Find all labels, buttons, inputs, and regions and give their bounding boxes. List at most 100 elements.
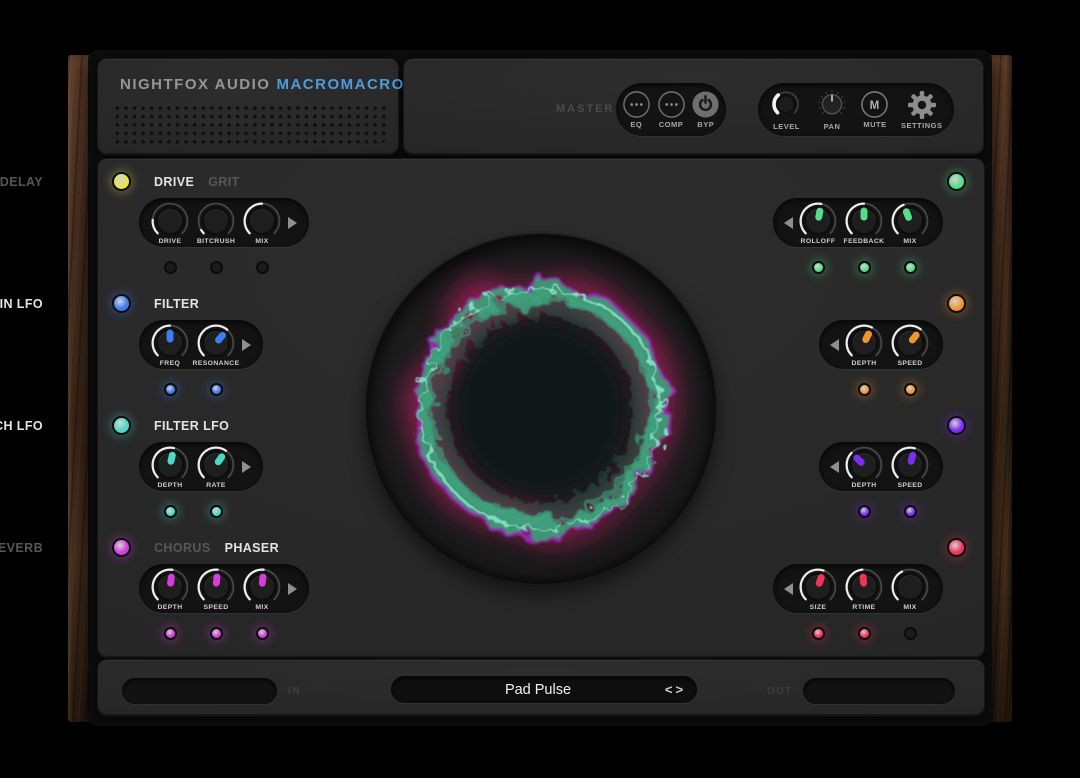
knob-drive[interactable]: DRIVE — [147, 201, 193, 245]
tab-gain-lfo[interactable]: GAIN LFO — [0, 297, 43, 311]
mod-led[interactable] — [812, 627, 825, 640]
mod-led[interactable] — [904, 261, 917, 274]
mod-led[interactable] — [858, 261, 871, 274]
tab-phaser[interactable]: PHASER — [225, 541, 280, 555]
knob-dial[interactable] — [196, 445, 236, 485]
tab-chorus[interactable]: CHORUS — [154, 541, 211, 555]
section-led-drive[interactable] — [112, 172, 131, 191]
knob-depth[interactable]: DEPTH — [841, 323, 887, 367]
mod-led[interactable] — [164, 261, 177, 274]
tab-grit[interactable]: GRIT — [208, 175, 239, 189]
knob-depth[interactable]: DEPTH — [841, 445, 887, 489]
mod-led[interactable] — [210, 261, 223, 274]
section-led-shimmer[interactable] — [947, 538, 966, 557]
knob-mix[interactable]: MIX — [239, 201, 285, 245]
knob-dial[interactable] — [150, 201, 190, 241]
knob-speed[interactable]: SPEED — [887, 445, 933, 489]
knob-dial[interactable] — [196, 201, 236, 241]
knob-mix[interactable]: MIX — [887, 567, 933, 611]
knob-rate[interactable]: RATE — [193, 445, 239, 489]
section-next-arrow[interactable] — [239, 339, 253, 351]
knob-rolloff[interactable]: ROLLOFF — [795, 201, 841, 245]
mod-led[interactable] — [164, 627, 177, 640]
mod-led[interactable] — [210, 505, 223, 518]
mod-led[interactable] — [858, 383, 871, 396]
preset-selector[interactable]: Pad Pulse < > — [391, 676, 697, 703]
preset-next-button[interactable]: > — [676, 682, 684, 697]
preset-prev-button[interactable]: < — [665, 682, 673, 697]
knob-dial[interactable] — [242, 567, 282, 607]
mod-led[interactable] — [858, 505, 871, 518]
mod-led[interactable] — [164, 383, 177, 396]
mod-led[interactable] — [904, 505, 917, 518]
mod-led[interactable] — [858, 627, 871, 640]
section-led-filter[interactable] — [112, 294, 131, 313]
mod-led[interactable] — [210, 383, 223, 396]
knob-dial[interactable] — [798, 567, 838, 607]
mod-led[interactable] — [812, 261, 825, 274]
knob-dial[interactable] — [844, 567, 884, 607]
section-prev-arrow[interactable] — [781, 217, 795, 229]
knob-dial[interactable] — [844, 201, 884, 241]
tab-filter-lfo[interactable]: FILTER LFO — [154, 419, 229, 433]
tab-plate-reverb[interactable]: PLATE REVERB — [0, 541, 43, 555]
knob-rtime[interactable]: RTIME — [841, 567, 887, 611]
knob-freq[interactable]: FREQ — [147, 323, 193, 367]
master-eq-button[interactable]: EQ — [622, 90, 651, 129]
section-led-filter-lfo[interactable] — [112, 416, 131, 435]
knob-dial[interactable] — [150, 445, 190, 485]
mod-led[interactable] — [904, 383, 917, 396]
knob-depth[interactable]: DEPTH — [147, 567, 193, 611]
knob-size[interactable]: SIZE — [795, 567, 841, 611]
knob-dial[interactable] — [890, 323, 930, 363]
knob-speed[interactable]: SPEED — [887, 323, 933, 367]
section-next-arrow[interactable] — [285, 583, 299, 595]
knob-dial[interactable] — [890, 567, 930, 607]
knob-dial[interactable] — [242, 201, 282, 241]
tab-drive[interactable]: DRIVE — [154, 175, 194, 189]
tab-pitch-lfo[interactable]: PITCH LFO — [0, 419, 43, 433]
tab-tape-delay[interactable]: TAPE DELAY — [0, 175, 43, 189]
preset-name[interactable]: Pad Pulse — [391, 682, 651, 698]
master-byp-button[interactable]: BYP — [691, 90, 720, 129]
brand-name: NIGHTFOX AUDIO — [120, 76, 270, 93]
section-next-arrow[interactable] — [285, 217, 299, 229]
knob-resonance[interactable]: RESONANCE — [193, 323, 239, 367]
visualizer[interactable] — [366, 234, 716, 584]
knob-mix[interactable]: MIX — [239, 567, 285, 611]
knob-dial[interactable] — [150, 567, 190, 607]
section-led-pitch-lfo[interactable] — [947, 416, 966, 435]
master-control-label: MUTE — [863, 120, 886, 129]
knob-depth[interactable]: DEPTH — [147, 445, 193, 489]
mod-led[interactable] — [904, 627, 917, 640]
section-prev-arrow[interactable] — [781, 583, 795, 595]
knob-dial[interactable] — [150, 323, 190, 363]
knob-dial[interactable] — [844, 323, 884, 363]
master-comp-button[interactable]: COMP — [657, 90, 686, 129]
knob-dial[interactable] — [798, 201, 838, 241]
knob-speed[interactable]: SPEED — [193, 567, 239, 611]
knob-dial[interactable] — [196, 567, 236, 607]
master-mute-button[interactable]: MMUTE — [860, 90, 889, 129]
knob-dial[interactable] — [844, 445, 884, 485]
section-led-chorus[interactable] — [112, 538, 131, 557]
knob-dial[interactable] — [890, 201, 930, 241]
knob-bitcrush[interactable]: BITCRUSH — [193, 201, 239, 245]
master-level-knob[interactable]: LEVEL — [769, 89, 803, 131]
knob-dial[interactable] — [196, 323, 236, 363]
tab-filter[interactable]: FILTER — [154, 297, 199, 311]
knob-feedback[interactable]: FEEDBACK — [841, 201, 887, 245]
mod-led[interactable] — [164, 505, 177, 518]
mod-led[interactable] — [210, 627, 223, 640]
section-led-gain-lfo[interactable] — [947, 294, 966, 313]
mod-led[interactable] — [256, 261, 269, 274]
mod-led[interactable] — [256, 627, 269, 640]
master-pan-knob[interactable]: PAN — [815, 89, 849, 131]
knob-dial[interactable] — [890, 445, 930, 485]
section-next-arrow[interactable] — [239, 461, 253, 473]
knob-mix[interactable]: MIX — [887, 201, 933, 245]
section-prev-arrow[interactable] — [827, 461, 841, 473]
section-prev-arrow[interactable] — [827, 339, 841, 351]
master-settings-button[interactable]: SETTINGS — [901, 90, 943, 130]
section-led-stereo-delay[interactable] — [947, 172, 966, 191]
